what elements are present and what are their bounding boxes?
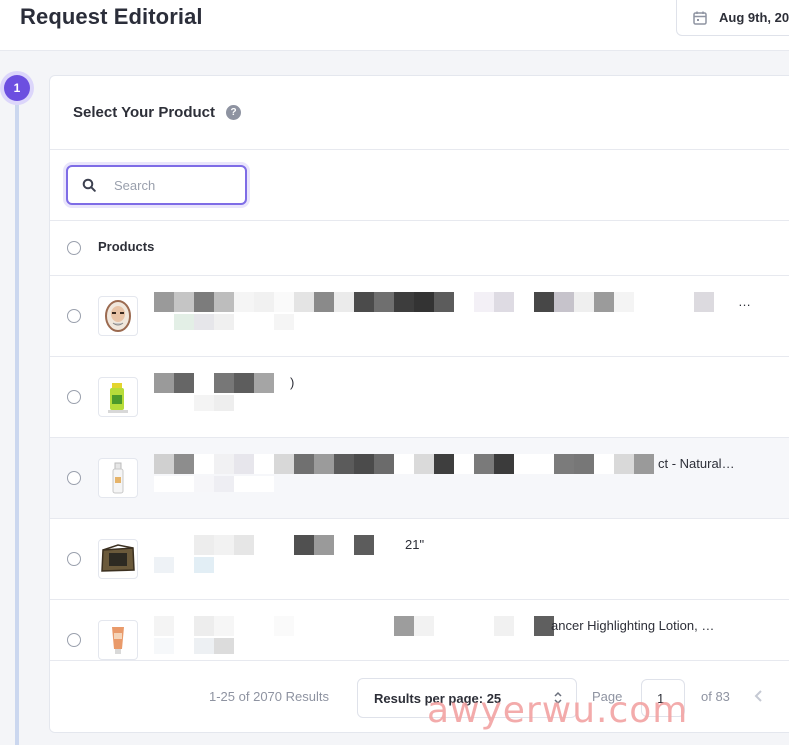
green-bottle-icon bbox=[98, 377, 138, 417]
product-title: ancer Highlighting Lotion, … bbox=[551, 618, 715, 633]
product-title: ct - Natural… bbox=[658, 456, 735, 471]
results-count: 1-25 of 2070 Results bbox=[209, 689, 329, 704]
redacted-subtitle bbox=[154, 638, 254, 654]
redacted-title bbox=[154, 535, 754, 555]
product-list: … ) ct - Natural… 21" ancer Highlighting… bbox=[50, 276, 789, 678]
page-total: of 83 bbox=[701, 689, 730, 704]
product-radio[interactable] bbox=[67, 390, 81, 404]
product-radio[interactable] bbox=[67, 309, 81, 323]
top-bar: Request Editorial Aug 9th, 20 bbox=[0, 0, 789, 51]
date-picker-button[interactable]: Aug 9th, 20 bbox=[676, 0, 789, 36]
step-number: 1 bbox=[4, 75, 30, 101]
pet-crate-icon bbox=[98, 539, 138, 579]
prev-page-icon[interactable] bbox=[754, 689, 764, 703]
product-row[interactable]: ct - Natural… bbox=[50, 438, 789, 519]
product-row[interactable]: 21" bbox=[50, 519, 789, 600]
search-box[interactable] bbox=[66, 165, 247, 205]
card-header: Select Your Product ? bbox=[50, 76, 789, 150]
lotion-tube-icon bbox=[98, 620, 138, 660]
redacted-subtitle bbox=[154, 314, 294, 330]
search-icon bbox=[82, 178, 96, 192]
page-title: Request Editorial bbox=[20, 4, 203, 29]
search-input[interactable] bbox=[112, 176, 236, 194]
face-mask-icon bbox=[98, 296, 138, 336]
product-radio[interactable] bbox=[67, 471, 81, 485]
redacted-subtitle bbox=[154, 395, 254, 411]
redacted-subtitle bbox=[154, 476, 274, 492]
help-icon[interactable]: ? bbox=[226, 105, 241, 120]
step-badge: 1 bbox=[0, 71, 34, 105]
date-label: Aug 9th, 20 bbox=[719, 10, 789, 25]
product-title: ) bbox=[290, 375, 295, 390]
calendar-icon bbox=[693, 11, 707, 25]
column-header-products: Products bbox=[98, 239, 155, 254]
watermark: awyerwu.com bbox=[427, 690, 689, 731]
step-connector-line bbox=[15, 100, 19, 745]
product-radio[interactable] bbox=[67, 633, 81, 647]
product-title: … bbox=[738, 294, 751, 309]
redacted-subtitle bbox=[154, 557, 234, 573]
spray-bottle-icon bbox=[98, 458, 138, 498]
product-row[interactable]: ) bbox=[50, 357, 789, 438]
table-header: Products bbox=[50, 220, 789, 276]
product-row[interactable]: … bbox=[50, 276, 789, 357]
product-title: 21" bbox=[405, 537, 425, 552]
redacted-title bbox=[154, 373, 754, 393]
redacted-title bbox=[154, 292, 754, 312]
select-all-radio[interactable] bbox=[67, 241, 81, 255]
select-product-card: Select Your Product ? Products bbox=[49, 75, 789, 733]
product-radio[interactable] bbox=[67, 552, 81, 566]
card-title: Select Your Product bbox=[73, 104, 215, 121]
